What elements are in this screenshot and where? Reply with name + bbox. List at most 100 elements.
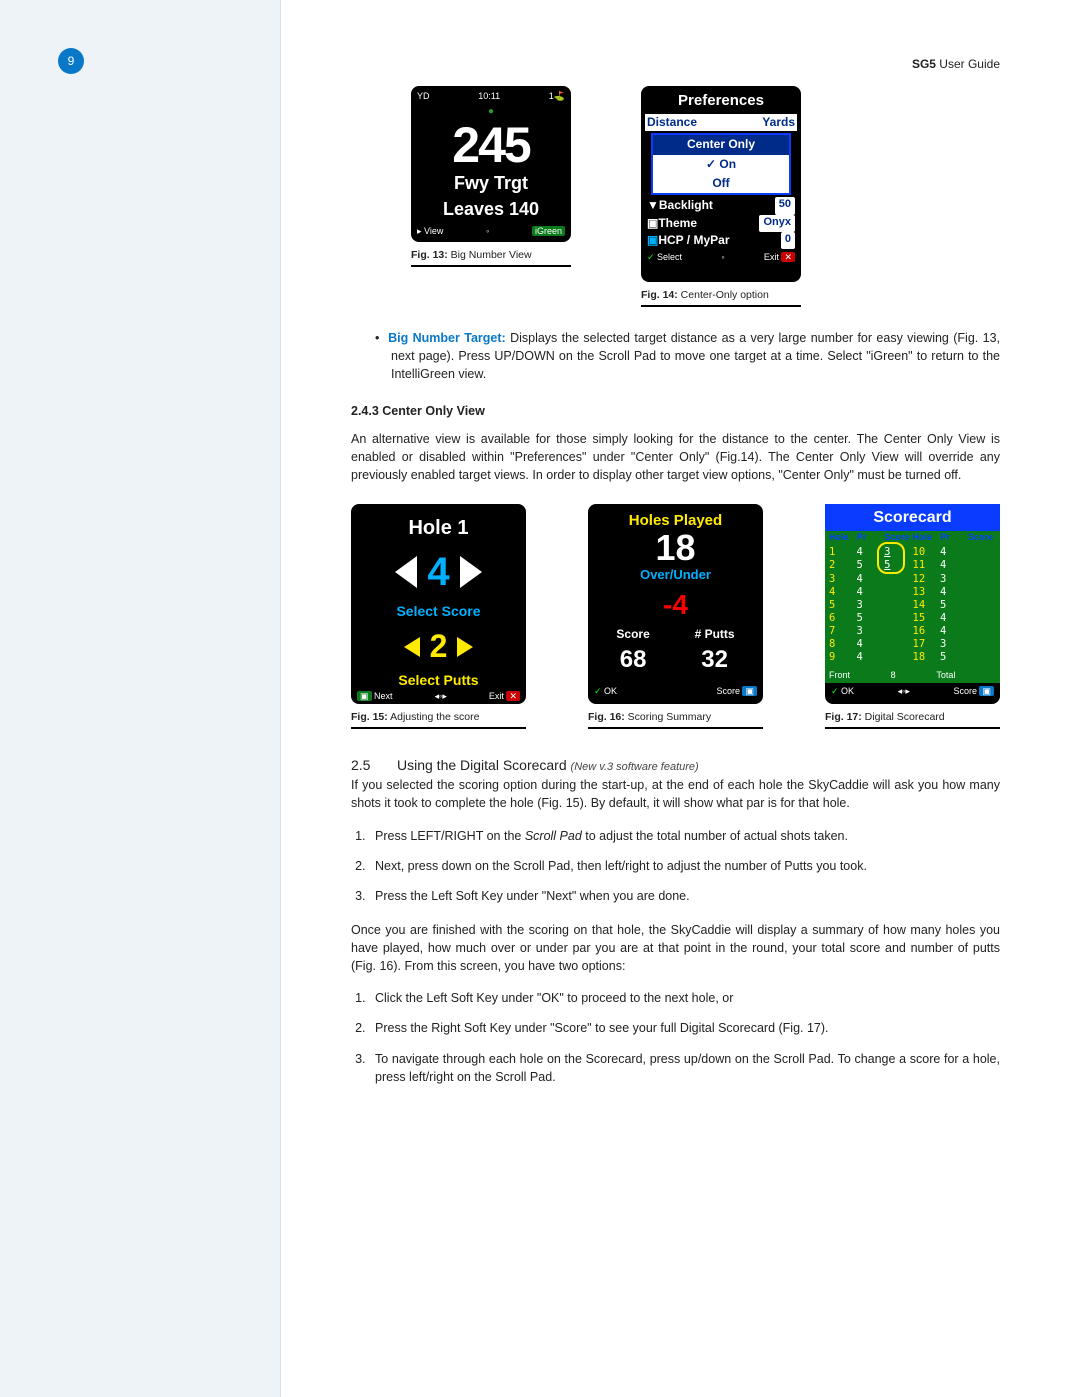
scorecard-row: 94: [829, 651, 913, 664]
big-number-target-paragraph: • Big Number Target: Displays the select…: [363, 329, 1000, 383]
figure-15: Hole 1 4 Select Score 2 Select Putts: [351, 504, 526, 729]
putts-label: # Putts: [695, 626, 735, 643]
hole-title: Hole 1: [357, 514, 520, 543]
steps-list-a: Press LEFT/RIGHT on the Scroll Pad to ad…: [351, 827, 1000, 905]
steps-list-b: Click the Left Soft Key under "OK" to pr…: [351, 989, 1000, 1086]
scorecard-row: 134: [913, 586, 997, 599]
step-item: Click the Left Soft Key under "OK" to pr…: [369, 989, 1000, 1007]
scorecard-row: 44: [829, 586, 913, 599]
scorecard-title: Scorecard: [825, 504, 1000, 531]
scorecard-row: 65: [829, 612, 913, 625]
scorecard-row: 84: [829, 638, 913, 651]
figure-17: Scorecard HolePrScoreHolePrScore 1432553…: [825, 504, 1000, 729]
leaves-label: Leaves 140: [415, 196, 567, 222]
fig15-underline: [351, 727, 526, 729]
device-adjust-score: Hole 1 4 Select Score 2 Select Putts: [351, 504, 526, 704]
putts-value: 2: [430, 623, 448, 669]
score-value: 4: [427, 543, 449, 601]
scorecard-row: 143: [829, 546, 913, 559]
popup-option-off: Off: [653, 174, 789, 193]
fig13-caption: Fig. 13: Big Number View: [411, 248, 571, 263]
scorecard-row: 145: [913, 599, 997, 612]
status-flag: 1⛳: [549, 90, 565, 103]
select-score-label: Select Score: [357, 601, 520, 621]
popup-option-on: ✓ On: [653, 155, 789, 174]
step-item: Press the Left Soft Key under "Next" whe…: [369, 887, 1000, 905]
over-under-value: -4: [594, 585, 757, 626]
header-bold: SG5: [912, 57, 939, 71]
figure-13: YD 10:11 1⛳ ● 245 Fwy Trgt Leaves 140 ▸ …: [411, 86, 571, 307]
scorecard-row: 173: [913, 638, 997, 651]
softkey-nav-icon: ◂◦▸: [435, 690, 447, 703]
figure-14: Preferences DistanceYards Center Only ✓ …: [641, 86, 801, 307]
softkey-score: Score ▣: [716, 685, 757, 698]
popup-title: Center Only: [653, 135, 789, 154]
fig13-underline: [411, 265, 571, 267]
scorecard-row: 53: [829, 599, 913, 612]
scorecard-row: 185: [913, 651, 997, 664]
bullet-dot: •: [375, 331, 379, 345]
scorecard-row: 154: [913, 612, 997, 625]
step-item: Press the Right Soft Key under "Score" t…: [369, 1019, 1000, 1037]
target-label: Fwy Trgt: [415, 170, 567, 196]
preferences-title: Preferences: [645, 90, 797, 114]
front-value: 8: [891, 669, 896, 682]
over-under-label: Over/Under: [594, 566, 757, 585]
softkey-nav-icon: ◂◦▸: [898, 685, 910, 698]
fig14-underline: [641, 305, 801, 307]
device-preferences: Preferences DistanceYards Center Only ✓ …: [641, 86, 801, 282]
scorecard-row: 73: [829, 625, 913, 638]
figure-row-1: YD 10:11 1⛳ ● 245 Fwy Trgt Leaves 140 ▸ …: [411, 86, 1000, 307]
step-item: Press LEFT/RIGHT on the Scroll Pad to ad…: [369, 827, 1000, 845]
arrow-right-icon: [457, 637, 473, 657]
holes-played-value: 18: [594, 532, 757, 564]
fig17-caption: Fig. 17: Digital Scorecard: [825, 710, 1000, 725]
step-item: To navigate through each hole on the Sco…: [369, 1050, 1000, 1086]
big-number-target-lead: Big Number Target:: [388, 331, 506, 345]
arrow-left-icon: [395, 556, 417, 588]
center-only-popup: Center Only ✓ On Off: [651, 133, 791, 195]
section-number: 2.5: [351, 755, 379, 775]
section-title: Using the Digital Scorecard: [397, 757, 567, 773]
softkey-next: ▣ Next: [357, 690, 393, 703]
document-page: 9 SG5 User Guide YD 10:11 1⛳ ● 245: [0, 0, 1080, 1397]
figure-16: Holes Played 18 Over/Under -4 Score 68 #…: [588, 504, 763, 729]
header-rest: User Guide: [939, 57, 1000, 71]
front-label: Front: [829, 669, 850, 682]
status-time: 10:11: [478, 90, 500, 103]
scorecard-row: 104: [913, 546, 997, 559]
fig17-underline: [825, 727, 1000, 729]
status-yd: YD: [417, 90, 430, 103]
step-item: Next, press down on the Scroll Pad, then…: [369, 857, 1000, 875]
scorecard-row: 114: [913, 559, 997, 572]
device-scoring-summary: Holes Played 18 Over/Under -4 Score 68 #…: [588, 504, 763, 704]
pref-distance-row: DistanceYards: [645, 114, 797, 131]
section-note: (New v.3 software feature): [571, 761, 699, 773]
device-digital-scorecard: Scorecard HolePrScoreHolePrScore 1432553…: [825, 504, 1000, 704]
arrow-left-icon: [404, 637, 420, 657]
total-label: Total: [936, 669, 955, 682]
pref-theme-row: ▣Theme Onyx: [645, 215, 797, 232]
softkey-view: ▸ View: [417, 225, 443, 238]
softkey-exit: Exit ✕: [489, 690, 520, 703]
softkey-exit: Exit ✕: [764, 251, 795, 264]
section-2-5-intro: If you selected the scoring option durin…: [351, 776, 1000, 812]
select-putts-label: Select Putts: [357, 670, 520, 690]
arrow-right-icon: [460, 556, 482, 588]
softkey-igreen: iGreen: [532, 225, 565, 238]
section-2-5-heading: 2.5 Using the Digital Scorecard (New v.3…: [351, 755, 1000, 776]
fig16-underline: [588, 727, 763, 729]
figure-row-2: Hole 1 4 Select Score 2 Select Putts: [351, 504, 1000, 729]
left-margin-strip: 9: [0, 0, 281, 1397]
pref-hcp-row: ▣HCP / MyPar 0: [645, 232, 797, 249]
softkey-score: Score ▣: [953, 685, 994, 698]
page-number-badge: 9: [58, 48, 84, 74]
fig15-caption: Fig. 15: Adjusting the score: [351, 710, 526, 725]
softkey-mid-icon: ◦: [721, 251, 724, 264]
pref-backlight-row: ▼Backlight 50: [645, 197, 797, 214]
main-content: SG5 User Guide YD 10:11 1⛳ ● 245 Fwy Trg…: [281, 0, 1080, 1397]
scorecard-row: 164: [913, 625, 997, 638]
softkey-mid-icon: ◦: [486, 225, 489, 238]
section-2-5-mid: Once you are finished with the scoring o…: [351, 921, 1000, 975]
softkey-select: ✓✓ Select Select: [647, 251, 682, 264]
